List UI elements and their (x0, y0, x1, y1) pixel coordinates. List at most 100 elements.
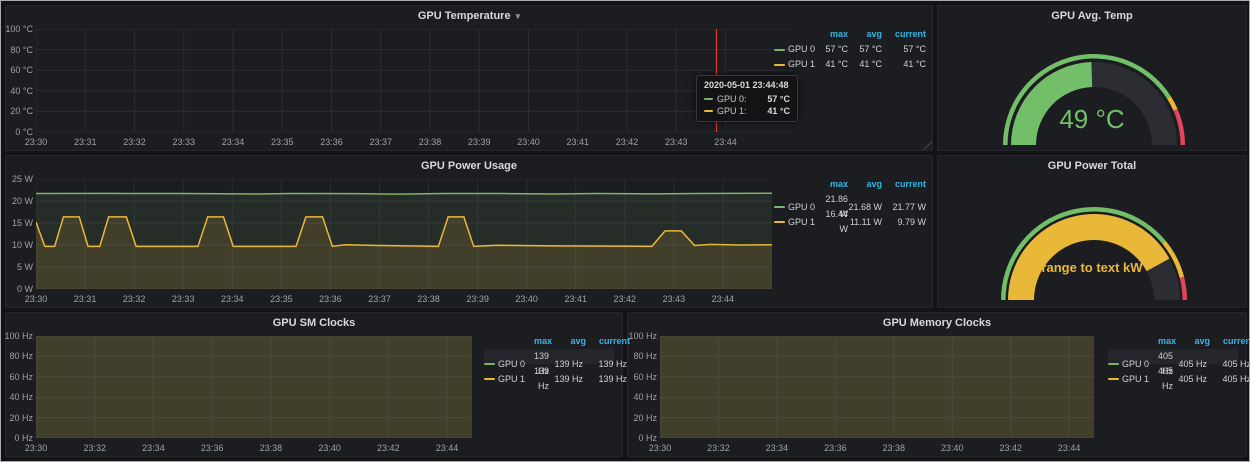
x-tick-label: 23:40 (941, 443, 964, 453)
c1 (774, 64, 788, 66)
legend-value: 405 Hz (1173, 357, 1207, 372)
legend-value: 405 Hz (1207, 357, 1250, 372)
power-usage-chart-plot[interactable]: 23:3023:3123:3223:3323:3423:3523:3623:37… (36, 179, 772, 289)
legend-header-max: max (1158, 334, 1176, 349)
x-tick-label: 23:36 (824, 443, 847, 453)
chart-tooltip: 2020-05-01 23:44:48 GPU 0:57 °CGPU 1:41 … (696, 75, 798, 122)
series-color-dash (1108, 378, 1119, 380)
y-tick-label: 0 Hz (628, 433, 657, 443)
legend-value: 405 Hz (1158, 364, 1173, 394)
y-tick-label: 60 Hz (628, 372, 657, 382)
panel-title-text: GPU Temperature (418, 10, 511, 22)
legend-header-avg: avg (1176, 334, 1210, 349)
legend-header-current: current (586, 334, 630, 349)
panel-title-gpu-power-total[interactable]: GPU Power Total (938, 156, 1246, 176)
x-tick-label: 23:35 (270, 294, 293, 304)
legend-value: 21.68 W (848, 200, 882, 215)
legend-row: GPU 057 °C57 °C57 °C (774, 42, 926, 57)
c1 (484, 363, 498, 365)
x-tick-label: 23:35 (271, 137, 294, 147)
x-tick-label: 23:33 (172, 137, 195, 147)
c1 (1108, 363, 1122, 365)
panel-gpu-power-total: GPU Power Total range to text kW (937, 155, 1247, 308)
x-tick-label: 23:30 (25, 443, 48, 453)
x-tick-label: 23:34 (222, 137, 245, 147)
legend-series-name[interactable]: GPU 0 (1122, 357, 1158, 372)
y-tick-label: 0 Hz (4, 433, 33, 443)
panel-gpu-memory-clocks: GPU Memory Clocks 23:3023:3223:3423:3623… (627, 312, 1247, 457)
y-tick-label: 15 W (4, 218, 33, 228)
memory-clocks-chart-plot[interactable]: 23:3023:3223:3423:3623:3823:4023:4223:44… (660, 336, 1094, 438)
panel-title-gpu-temperature[interactable]: GPU Temperature ▾ (6, 6, 932, 26)
legend-series-name[interactable]: GPU 0 (498, 357, 534, 372)
tooltip-row: GPU 0:57 °C (704, 93, 790, 105)
legend-row: GPU 021.86 W21.68 W21.77 W (774, 192, 926, 207)
x-tick-label: 23:31 (74, 294, 97, 304)
legend-row: GPU 141 °C41 °C41 °C (774, 57, 926, 72)
legend-value: 139 Hz (583, 357, 627, 372)
legend-value: 21.77 W (882, 200, 926, 215)
series-color-dash (484, 363, 495, 365)
series-color-dash (774, 221, 785, 223)
legend-series-name[interactable]: GPU 0 (788, 200, 824, 215)
series-color-dash (1108, 363, 1119, 365)
y-tick-label: 20 W (4, 196, 33, 206)
x-tick-label: 23:43 (663, 294, 686, 304)
legend-series-name[interactable]: GPU 1 (498, 372, 534, 387)
sm-clocks-chart-plot[interactable]: 23:3023:3223:3423:3623:3823:4023:4223:44… (36, 336, 472, 438)
x-tick-label: 23:36 (201, 443, 224, 453)
x-tick-label: 23:30 (25, 137, 48, 147)
c1 (774, 221, 788, 223)
panel-gpu-sm-clocks: GPU SM Clocks 23:3023:3223:3423:3623:382… (5, 312, 623, 457)
x-tick-label: 23:44 (712, 294, 735, 304)
series-color-dash (704, 110, 713, 112)
legend-header-row: maxavgcurrent (774, 27, 926, 42)
legend-value: 57 °C (882, 42, 926, 57)
series-color-dash (774, 206, 785, 208)
panel-title-text: GPU Avg. Temp (1051, 10, 1133, 22)
x-tick-label: 23:38 (417, 294, 440, 304)
y-tick-label: 20 °C (4, 106, 33, 116)
legend-header-avg: avg (848, 177, 882, 192)
legend-series-name[interactable]: GPU 1 (788, 57, 824, 72)
panel-gpu-temperature: GPU Temperature ▾ 23:3023:3123:3223:3323:… (5, 5, 933, 151)
tooltip-timestamp: 2020-05-01 23:44:48 (704, 80, 790, 90)
legend-value: 41 °C (824, 57, 848, 72)
panel-title-gpu-sm-clocks[interactable]: GPU SM Clocks (6, 313, 622, 333)
x-tick-label: 23:42 (999, 443, 1022, 453)
panel-title-text: GPU Power Total (1048, 160, 1136, 172)
y-tick-label: 40 Hz (4, 392, 33, 402)
x-tick-label: 23:37 (368, 294, 391, 304)
y-tick-label: 20 Hz (628, 413, 657, 423)
legend-series-name[interactable]: GPU 0 (788, 42, 824, 57)
y-tick-label: 0 W (4, 284, 33, 294)
legend-value: 41 °C (882, 57, 926, 72)
chevron-down-icon[interactable]: ▾ (516, 11, 521, 21)
legend-series-name[interactable]: GPU 1 (788, 215, 824, 230)
legend-value: 405 Hz (1173, 372, 1207, 387)
legend-header-current: current (1210, 334, 1250, 349)
tooltip-series-name: GPU 1: (717, 106, 747, 116)
tooltip-row: GPU 1:41 °C (704, 105, 790, 117)
x-tick-label: 23:38 (260, 443, 283, 453)
panel-title-gpu-memory-clocks[interactable]: GPU Memory Clocks (628, 313, 1246, 333)
legend-value: 405 Hz (1207, 372, 1250, 387)
legend-row: GPU 0139 Hz139 Hz139 Hz (484, 349, 614, 364)
c1 (484, 378, 498, 380)
x-tick-label: 23:37 (369, 137, 392, 147)
panel-title-gpu-avg-temp[interactable]: GPU Avg. Temp (938, 6, 1246, 26)
x-tick-label: 23:32 (123, 294, 146, 304)
series-color-dash (704, 98, 713, 100)
y-tick-label: 0 °C (4, 127, 33, 137)
x-tick-label: 23:42 (614, 294, 637, 304)
panel-title-gpu-power-usage[interactable]: GPU Power Usage (6, 156, 932, 176)
x-tick-label: 23:30 (25, 294, 48, 304)
temperature-chart-plot[interactable]: 23:3023:3123:3223:3323:3423:3523:3623:37… (36, 29, 792, 132)
x-tick-label: 23:31 (74, 137, 97, 147)
legend-header-max: max (824, 27, 848, 42)
grafana-dashboard: GPU Temperature▾ 23:3023:3123:3223:3323:… (0, 0, 1250, 462)
tooltip-series-name: GPU 0: (717, 94, 747, 104)
x-tick-label: 23:36 (320, 137, 343, 147)
legend-series-name[interactable]: GPU 1 (1122, 372, 1158, 387)
panel-resize-handle[interactable] (923, 141, 932, 150)
